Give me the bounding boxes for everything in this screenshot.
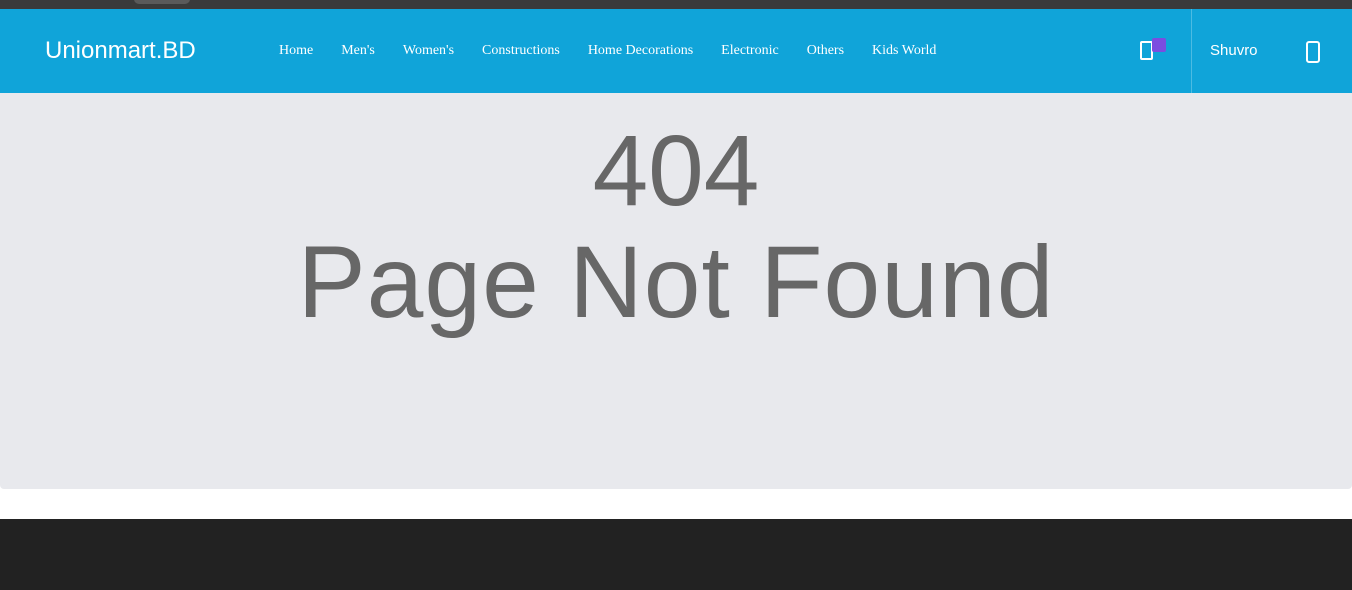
cart-badge bbox=[1152, 38, 1166, 52]
main-menu: Home Men's Women's Constructions Home De… bbox=[265, 9, 950, 93]
nav-item-home[interactable]: Home bbox=[265, 43, 327, 59]
nav-item-home-decorations[interactable]: Home Decorations bbox=[574, 43, 707, 59]
nav-item-others[interactable]: Others bbox=[793, 43, 858, 59]
nav-item-mens[interactable]: Men's bbox=[327, 43, 389, 59]
top-bar-tab bbox=[134, 0, 190, 4]
navbar: Unionmart.BD Home Men's Women's Construc… bbox=[0, 9, 1352, 93]
footer bbox=[0, 519, 1352, 590]
error-code: 404 bbox=[592, 115, 760, 227]
nav-item-constructions[interactable]: Constructions bbox=[468, 43, 574, 59]
nav-item-womens[interactable]: Women's bbox=[389, 43, 468, 59]
nav-divider bbox=[1191, 9, 1192, 93]
error-message: Page Not Found bbox=[297, 225, 1055, 339]
user-name[interactable]: Shuvro bbox=[1210, 9, 1258, 93]
brand-logo[interactable]: Unionmart.BD bbox=[45, 9, 196, 93]
top-bar bbox=[0, 0, 1352, 9]
mobile-icon[interactable] bbox=[1306, 41, 1320, 63]
nav-item-kids-world[interactable]: Kids World bbox=[858, 43, 950, 59]
cart-button[interactable] bbox=[1138, 37, 1166, 63]
nav-item-electronic[interactable]: Electronic bbox=[707, 43, 793, 59]
